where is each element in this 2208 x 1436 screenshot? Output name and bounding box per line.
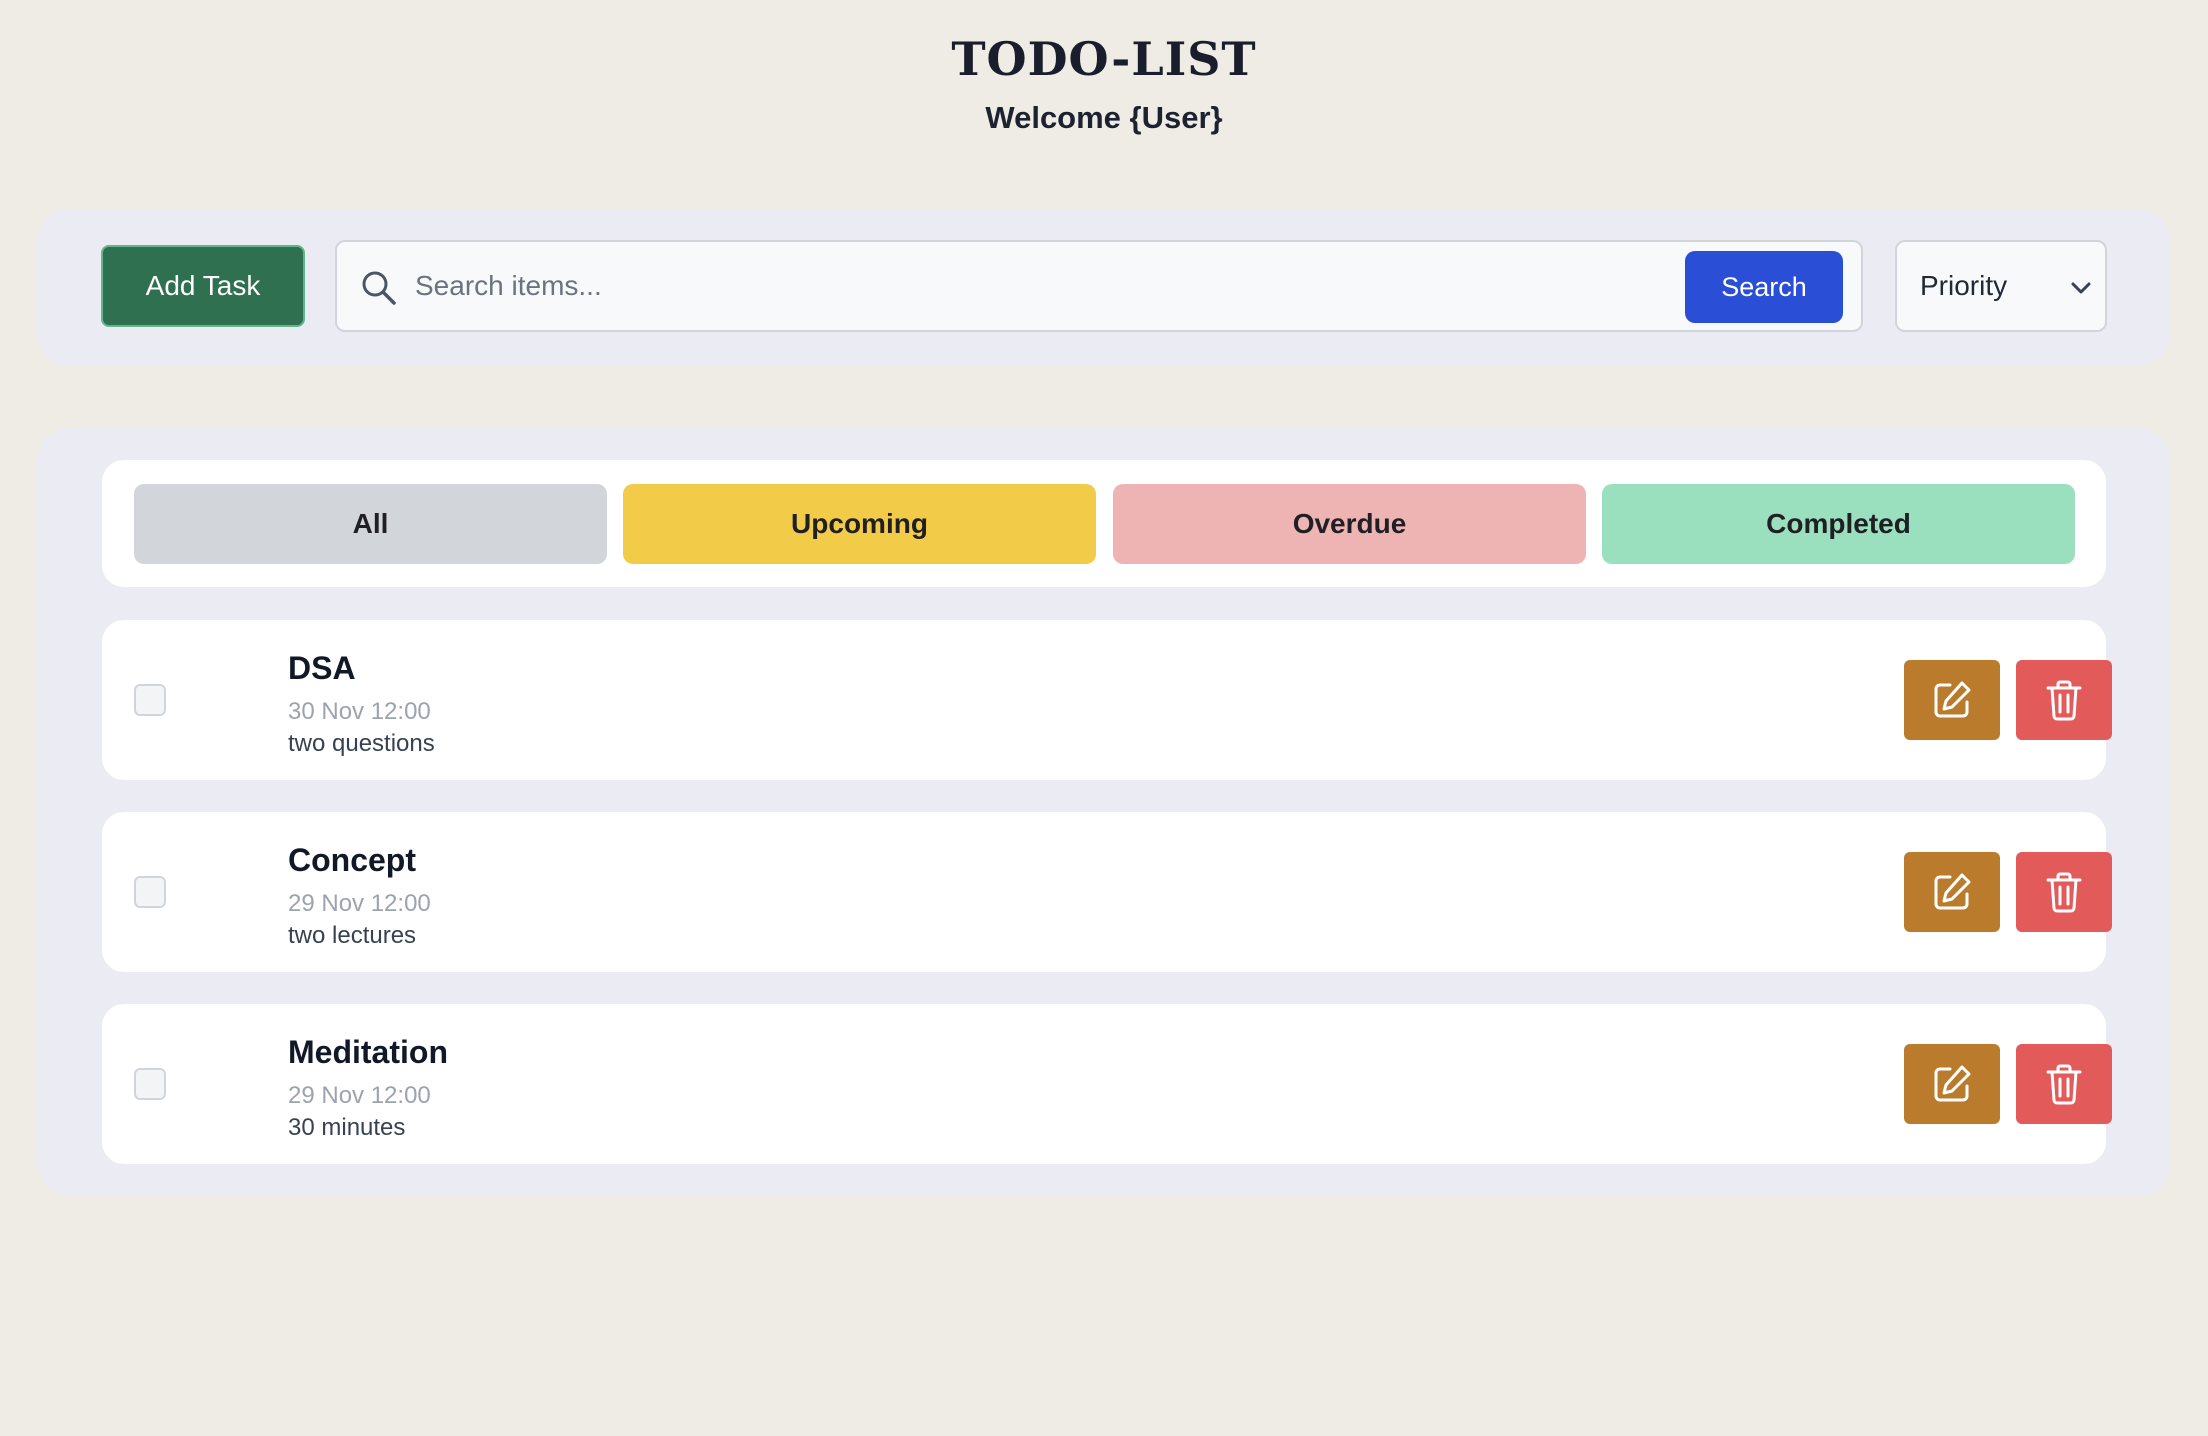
task-item: Meditation 29 Nov 12:00 30 minutes	[102, 1004, 2112, 1164]
task-checkbox[interactable]	[134, 876, 166, 908]
search-button[interactable]: Search	[1685, 251, 1843, 323]
add-task-button[interactable]: Add Task	[101, 245, 305, 327]
task-title: Meditation	[288, 1034, 448, 1070]
trash-icon	[2046, 872, 2082, 913]
tab-all[interactable]: All	[134, 484, 607, 564]
filter-tabs: All Upcoming Overdue Completed	[102, 460, 2106, 587]
task-date: 30 Nov 12:00	[288, 698, 431, 725]
search-icon	[359, 268, 399, 308]
task-item: Concept 29 Nov 12:00 two lectures	[102, 812, 2112, 972]
task-item: DSA 30 Nov 12:00 two questions	[102, 620, 2112, 780]
search-bar: Search	[335, 240, 1863, 332]
priority-dropdown[interactable]: Priority	[1895, 240, 2107, 332]
task-title: Concept	[288, 842, 416, 878]
delete-button[interactable]	[2016, 852, 2112, 932]
tab-completed[interactable]: Completed	[1602, 484, 2075, 564]
edit-button[interactable]	[1904, 1044, 2000, 1124]
task-date: 29 Nov 12:00	[288, 1082, 431, 1109]
delete-button[interactable]	[2016, 1044, 2112, 1124]
task-description: two questions	[288, 730, 435, 757]
edit-icon	[1934, 681, 1971, 718]
search-input[interactable]	[415, 256, 1565, 316]
task-description: 30 minutes	[288, 1114, 406, 1141]
trash-icon	[2046, 680, 2082, 721]
chevron-down-icon	[2069, 278, 2093, 298]
welcome-message: Welcome {User}	[985, 100, 1223, 135]
delete-button[interactable]	[2016, 660, 2112, 740]
app-title: TODO-LIST	[951, 32, 1257, 86]
edit-icon	[1934, 873, 1971, 910]
task-title: DSA	[288, 650, 356, 686]
edit-button[interactable]	[1904, 660, 2000, 740]
task-checkbox[interactable]	[134, 684, 166, 716]
tab-overdue[interactable]: Overdue	[1113, 484, 1586, 564]
edit-icon	[1934, 1065, 1971, 1102]
trash-icon	[2046, 1064, 2082, 1105]
tab-upcoming[interactable]: Upcoming	[623, 484, 1096, 564]
task-description: two lectures	[288, 922, 417, 949]
toolbar: Add Task Search Priority	[38, 209, 2170, 366]
task-checkbox[interactable]	[134, 1068, 166, 1100]
edit-button[interactable]	[1904, 852, 2000, 932]
task-date: 29 Nov 12:00	[288, 890, 431, 917]
task-list-panel: All Upcoming Overdue Completed DSA 30 No…	[38, 428, 2170, 1196]
priority-dropdown-label: Priority	[1920, 270, 2008, 301]
